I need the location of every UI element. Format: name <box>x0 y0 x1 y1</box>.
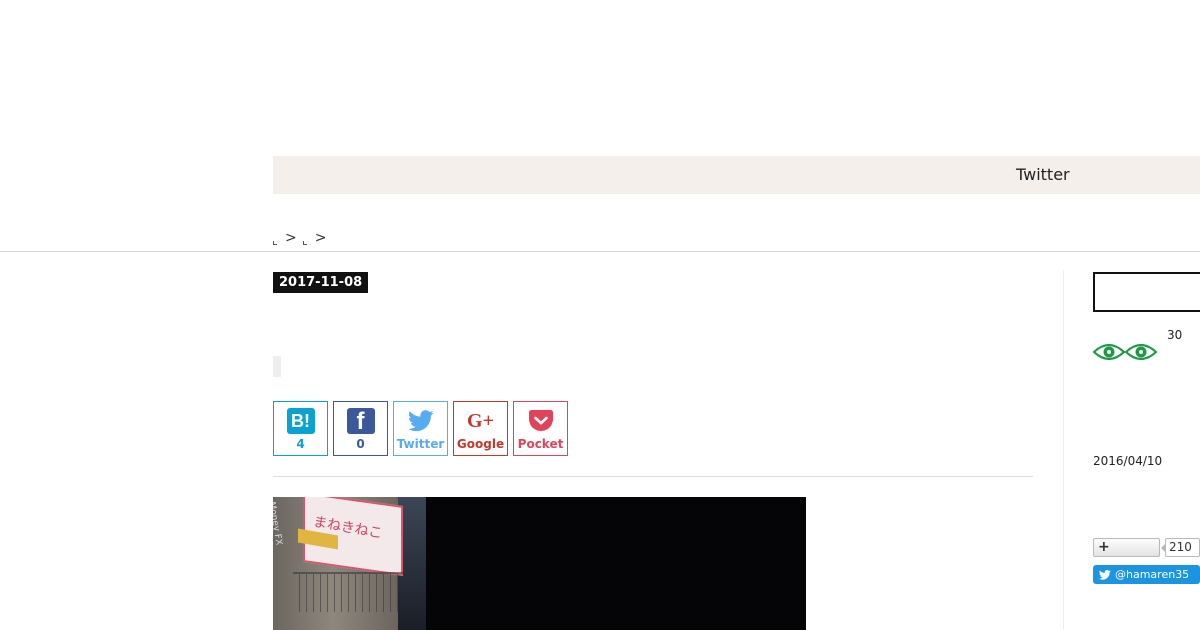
sidebar-divider <box>1063 270 1064 630</box>
global-nav-bar: Twitter <box>273 156 1200 194</box>
eye-icon <box>1093 343 1125 361</box>
facebook-share-count: 0 <box>356 437 365 451</box>
sidebar-date: 2016/04/10 <box>1093 454 1163 468</box>
sidebar-search-input[interactable] <box>1093 272 1200 312</box>
facebook-icon: f <box>346 408 375 434</box>
follow-count: 210 <box>1161 538 1200 557</box>
nav-twitter-link[interactable]: Twitter <box>1016 165 1070 184</box>
pocket-icon <box>528 407 553 435</box>
post-date: 2017-11-08 <box>273 272 369 293</box>
breadcrumb-category-icon[interactable] <box>302 241 307 245</box>
content-divider <box>273 476 1033 477</box>
article-photo: まねきねこ Money FX <box>273 497 806 630</box>
sidebar-count: 30 <box>1167 328 1183 342</box>
twitter-share-button[interactable]: Twitter <box>393 401 448 456</box>
twitter-icon <box>407 407 434 435</box>
twitter-share-label: Twitter <box>396 437 445 451</box>
twitter-icon <box>1099 569 1111 580</box>
hatena-follow-button[interactable]: + <box>1093 538 1160 557</box>
photo-railing <box>293 572 403 612</box>
facebook-share-button[interactable]: f 0 <box>333 401 388 456</box>
twitter-follow-button[interactable]: @hamaren35 <box>1093 565 1200 584</box>
hatena-bookmark-count: 4 <box>296 437 305 451</box>
pocket-share-label: Pocket <box>517 437 564 451</box>
breadcrumb-separator: > <box>285 230 297 246</box>
header-divider <box>0 251 1200 252</box>
page: Twitter > > 2017-11-08 B! 4 f 0 Twitter … <box>0 0 1200 630</box>
twitter-follow-handle: @hamaren35 <box>1115 568 1190 581</box>
eyes-icon-group <box>1093 342 1157 362</box>
breadcrumb-separator: > <box>314 230 327 246</box>
eye-icon <box>1125 343 1157 361</box>
hatena-bookmark-icon: B! <box>286 408 315 434</box>
pocket-share-button[interactable]: Pocket <box>513 401 568 456</box>
article-title <box>273 356 281 377</box>
google-plus-icon: G+ <box>467 409 494 432</box>
breadcrumb: > > <box>273 230 332 246</box>
hatena-bookmark-button[interactable]: B! 4 <box>273 401 328 456</box>
google-share-label: Google <box>456 437 505 451</box>
google-plus-share-button[interactable]: G+ Google <box>453 401 508 456</box>
breadcrumb-home-icon[interactable] <box>273 241 277 245</box>
